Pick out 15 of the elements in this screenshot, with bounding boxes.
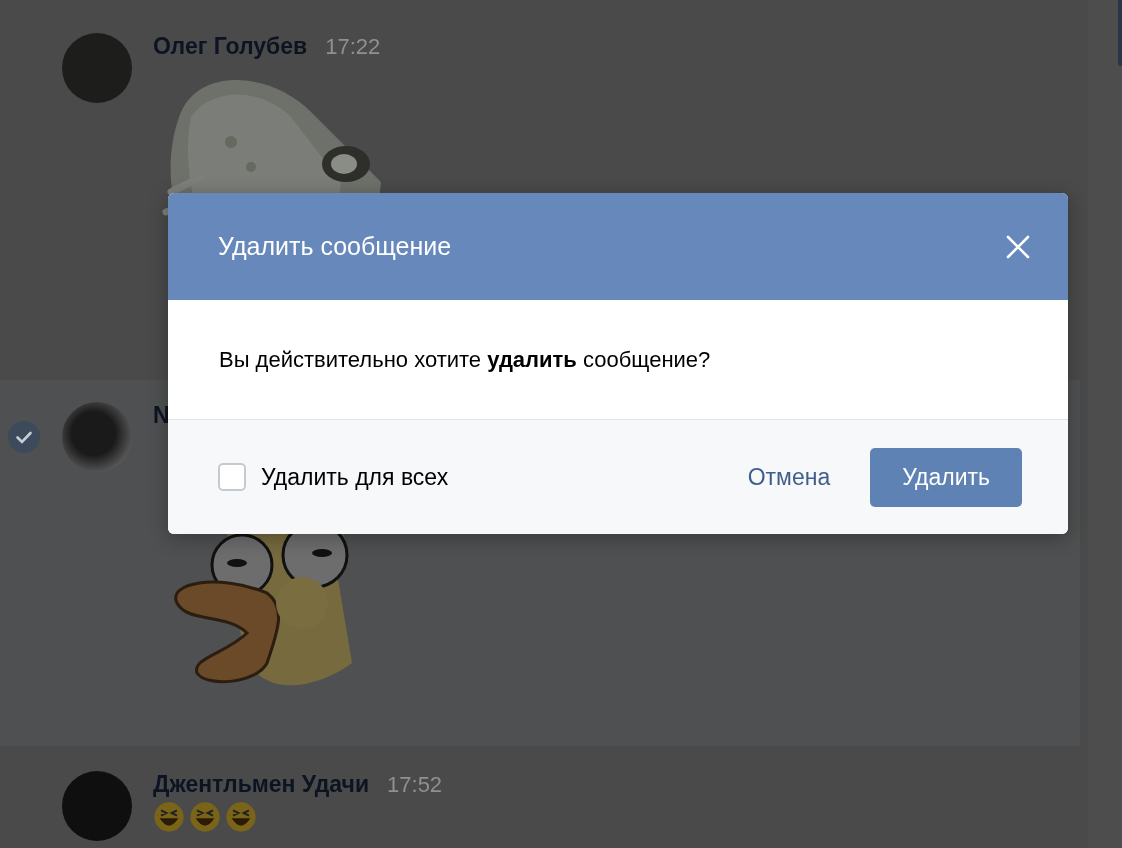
message-time: 17:52 bbox=[387, 772, 443, 798]
author-name[interactable]: Джентльмен Удачи bbox=[153, 771, 370, 798]
dialog-message: Вы действительно хотите удалить сообщение? bbox=[219, 346, 711, 373]
cancel-button[interactable]: Отмена bbox=[733, 453, 845, 501]
author-name[interactable]: Олег Голубев bbox=[153, 33, 308, 60]
laughing-emoji-icon bbox=[225, 801, 257, 833]
laughing-emoji-icon bbox=[153, 801, 185, 833]
delete-button[interactable]: Удалить bbox=[870, 447, 1022, 507]
dialog-title: Удалить сообщение bbox=[218, 232, 452, 261]
close-icon[interactable] bbox=[1006, 234, 1030, 259]
selected-check-icon[interactable] bbox=[8, 421, 40, 453]
message-time: 17:22 bbox=[325, 34, 381, 60]
checkbox[interactable] bbox=[218, 463, 246, 491]
checkbox-label[interactable]: Удалить для всех bbox=[261, 463, 449, 491]
laughing-emoji-icon bbox=[189, 801, 221, 833]
